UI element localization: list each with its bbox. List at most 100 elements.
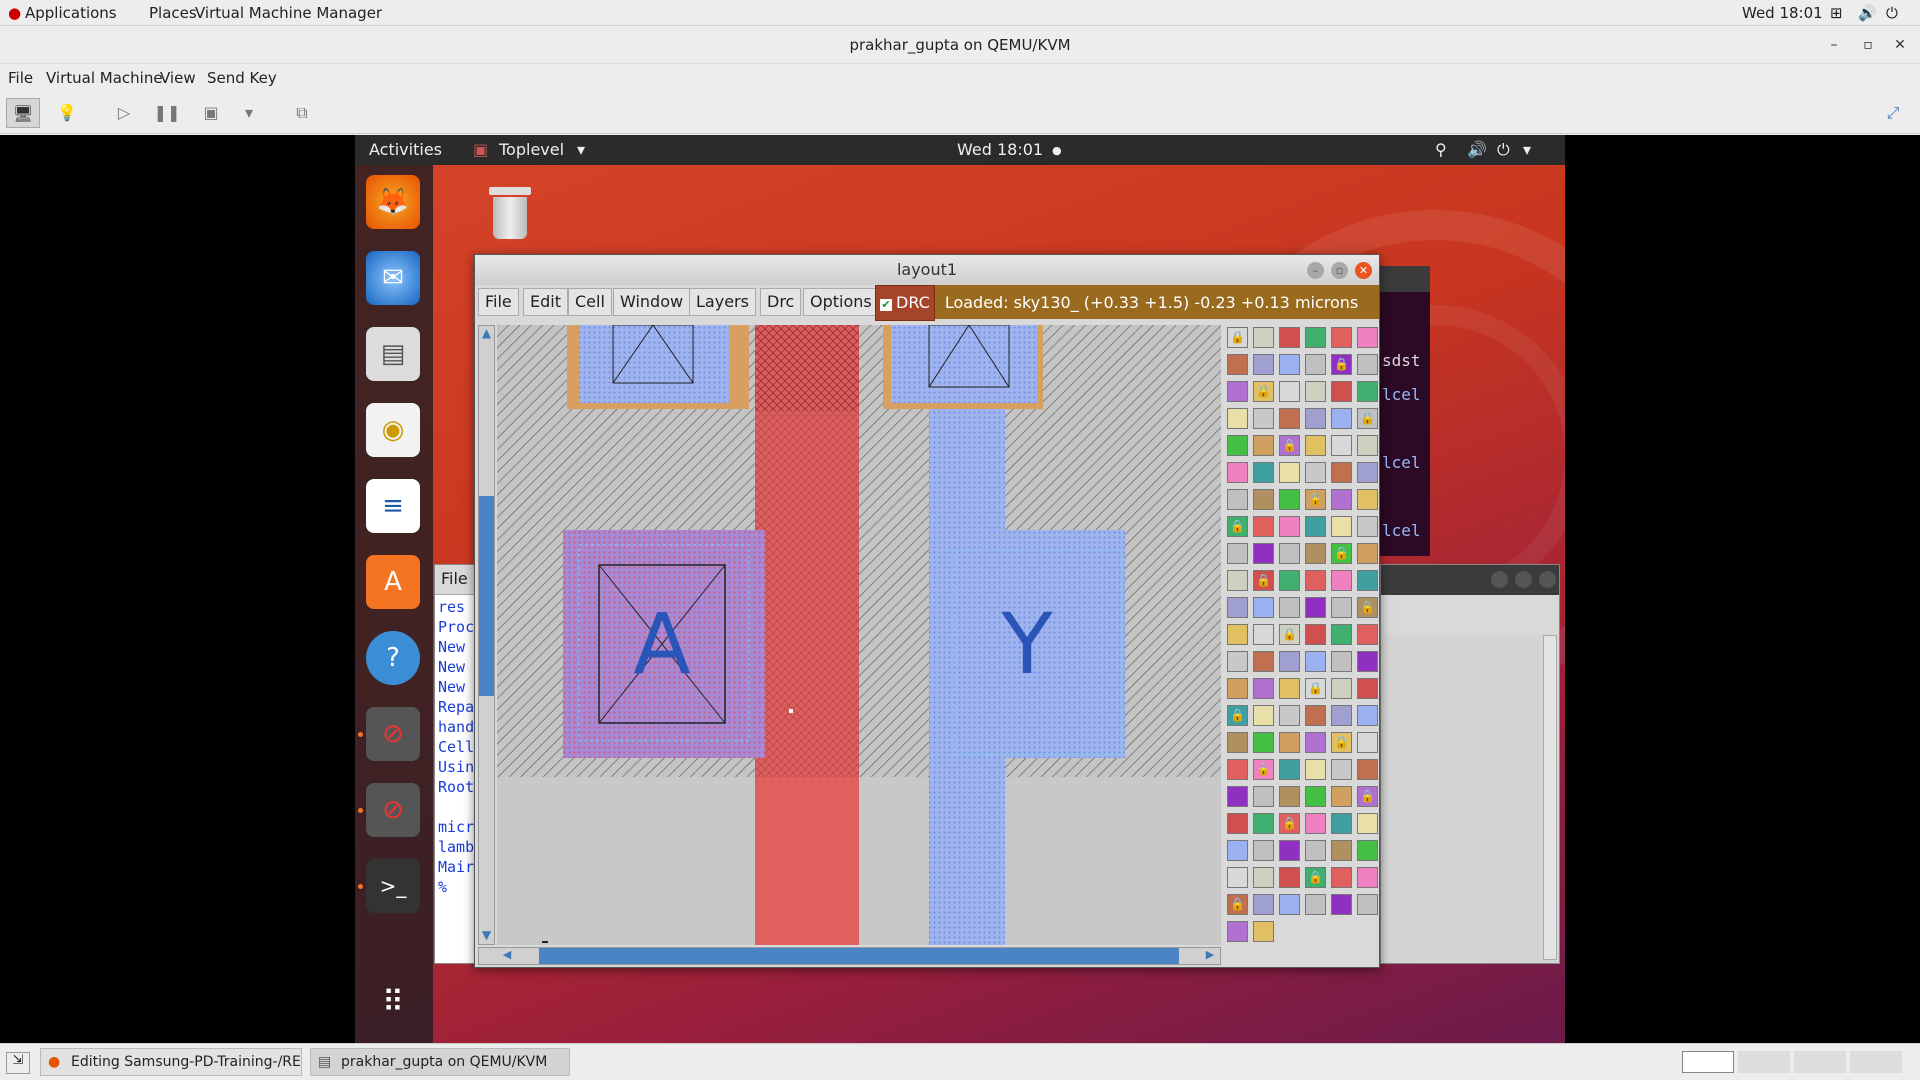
layer-swatch[interactable]: [1227, 786, 1248, 807]
layer-swatch[interactable]: [1227, 921, 1248, 942]
layer-swatch[interactable]: [1227, 759, 1248, 780]
system-menu-chevron-icon[interactable]: ▾: [1523, 140, 1531, 159]
firefox-icon[interactable]: 🦊: [366, 175, 420, 229]
scroll-left-arrow-icon[interactable]: ◀: [499, 948, 515, 964]
layer-swatch[interactable]: [1331, 597, 1352, 618]
layer-swatch[interactable]: [1305, 543, 1326, 564]
layer-swatch[interactable]: [1357, 462, 1378, 483]
scroll-down-arrow-icon[interactable]: ▼: [479, 928, 494, 944]
magic-layout-window[interactable]: layout1 – ▫ ✕ File Edit Cell Window Laye…: [474, 254, 1380, 968]
layer-swatch[interactable]: 🔒: [1357, 786, 1378, 807]
help-icon[interactable]: ?: [366, 631, 420, 685]
layer-swatch[interactable]: [1305, 354, 1326, 375]
layer-swatch[interactable]: [1331, 516, 1352, 537]
applications-menu[interactable]: Applications: [25, 4, 117, 22]
layer-swatch[interactable]: [1227, 840, 1248, 861]
layer-swatch[interactable]: [1357, 651, 1378, 672]
drc-checkbox[interactable]: ✔: [880, 299, 892, 311]
layer-swatch[interactable]: [1279, 651, 1300, 672]
taskbar-item-firefox[interactable]: ● Editing Samsung-PD-Training-/READ...: [40, 1048, 302, 1076]
layer-swatch[interactable]: [1253, 840, 1274, 861]
vertical-scroll-thumb[interactable]: [479, 496, 494, 696]
layer-swatch[interactable]: [1305, 624, 1326, 645]
layer-swatch[interactable]: [1279, 570, 1300, 591]
layer-swatch[interactable]: [1357, 381, 1378, 402]
vm-menu-send-key[interactable]: Send Key: [207, 69, 277, 87]
layer-swatch[interactable]: [1357, 678, 1378, 699]
layer-swatch[interactable]: 🔒: [1279, 435, 1300, 456]
layer-swatch[interactable]: [1279, 327, 1300, 348]
fullscreen-icon[interactable]: ⤢: [1876, 98, 1910, 128]
layer-swatch[interactable]: 🔒: [1331, 732, 1352, 753]
layer-swatch[interactable]: [1357, 327, 1378, 348]
layout-menu-options[interactable]: Options: [803, 288, 879, 316]
layer-swatch[interactable]: [1253, 705, 1274, 726]
maximize-button[interactable]: ▫: [1856, 33, 1880, 57]
layer-swatch[interactable]: [1227, 489, 1248, 510]
layer-swatch[interactable]: [1331, 408, 1352, 429]
layer-swatch[interactable]: [1305, 381, 1326, 402]
layout-menu-file[interactable]: File: [478, 288, 519, 316]
vm-menu-file[interactable]: File: [8, 69, 33, 87]
layer-swatch[interactable]: [1331, 489, 1352, 510]
layer-swatch[interactable]: [1331, 651, 1352, 672]
layer-swatch[interactable]: [1279, 732, 1300, 753]
guest-clock[interactable]: Wed 18:01: [957, 140, 1043, 159]
layout-menu-cell[interactable]: Cell: [568, 288, 612, 316]
layer-swatch[interactable]: [1331, 381, 1352, 402]
layer-swatch[interactable]: [1253, 597, 1274, 618]
files-icon[interactable]: ▤: [366, 327, 420, 381]
layer-swatch[interactable]: [1331, 705, 1352, 726]
layer-swatch[interactable]: [1357, 840, 1378, 861]
details-view-icon[interactable]: 💡: [50, 98, 84, 128]
snapshots-icon[interactable]: ⧉: [285, 98, 319, 128]
layer-swatch[interactable]: [1279, 462, 1300, 483]
show-desktop-icon[interactable]: ⇲: [6, 1052, 30, 1074]
layer-swatch[interactable]: [1279, 543, 1300, 564]
layout-menu-window[interactable]: Window: [613, 288, 691, 316]
layer-swatch[interactable]: [1357, 705, 1378, 726]
vm-menu-view[interactable]: View: [160, 69, 196, 87]
workspace-2[interactable]: [1738, 1051, 1790, 1073]
layer-swatch[interactable]: [1357, 759, 1378, 780]
workspace-3[interactable]: [1794, 1051, 1846, 1073]
layer-swatch[interactable]: [1253, 489, 1274, 510]
tkcon-scrollbar[interactable]: [1543, 635, 1557, 960]
layer-swatch[interactable]: 🔒: [1331, 354, 1352, 375]
host-clock[interactable]: Wed 18:01: [1742, 4, 1823, 22]
layer-swatch[interactable]: [1253, 462, 1274, 483]
layer-swatch[interactable]: [1305, 651, 1326, 672]
layer-swatch[interactable]: [1357, 570, 1378, 591]
layer-swatch[interactable]: [1253, 867, 1274, 888]
layer-swatch[interactable]: [1331, 435, 1352, 456]
layer-swatch[interactable]: [1279, 408, 1300, 429]
scroll-right-arrow-icon[interactable]: ▶: [1202, 948, 1218, 964]
layer-swatch[interactable]: [1227, 408, 1248, 429]
layer-swatch[interactable]: [1305, 786, 1326, 807]
layer-swatch[interactable]: [1357, 489, 1378, 510]
console-view-icon[interactable]: 🖥: [6, 98, 40, 128]
layer-swatch[interactable]: [1357, 435, 1378, 456]
layer-swatch[interactable]: [1305, 435, 1326, 456]
layer-swatch[interactable]: 🔒: [1227, 516, 1248, 537]
layer-swatch[interactable]: [1253, 516, 1274, 537]
layer-swatch[interactable]: [1227, 543, 1248, 564]
layer-swatch[interactable]: [1357, 813, 1378, 834]
layer-swatch[interactable]: [1331, 840, 1352, 861]
layer-swatch[interactable]: [1305, 462, 1326, 483]
blocked-app-icon[interactable]: ⊘: [366, 783, 420, 837]
activities-button[interactable]: Activities: [369, 140, 442, 159]
layer-swatch[interactable]: [1253, 327, 1274, 348]
layer-swatch[interactable]: 🔒: [1305, 678, 1326, 699]
run-icon[interactable]: ▷: [107, 98, 141, 128]
layer-swatch[interactable]: [1227, 354, 1248, 375]
layer-swatch[interactable]: [1279, 678, 1300, 699]
layer-swatch[interactable]: [1279, 597, 1300, 618]
layer-swatch[interactable]: [1253, 354, 1274, 375]
layer-swatch[interactable]: [1227, 732, 1248, 753]
layer-swatch[interactable]: [1227, 435, 1248, 456]
minimize-icon[interactable]: –: [1307, 262, 1324, 279]
trash-icon[interactable]: [489, 187, 531, 241]
toplevel-app-menu[interactable]: Toplevel: [499, 140, 564, 159]
software-icon[interactable]: A: [366, 555, 420, 609]
